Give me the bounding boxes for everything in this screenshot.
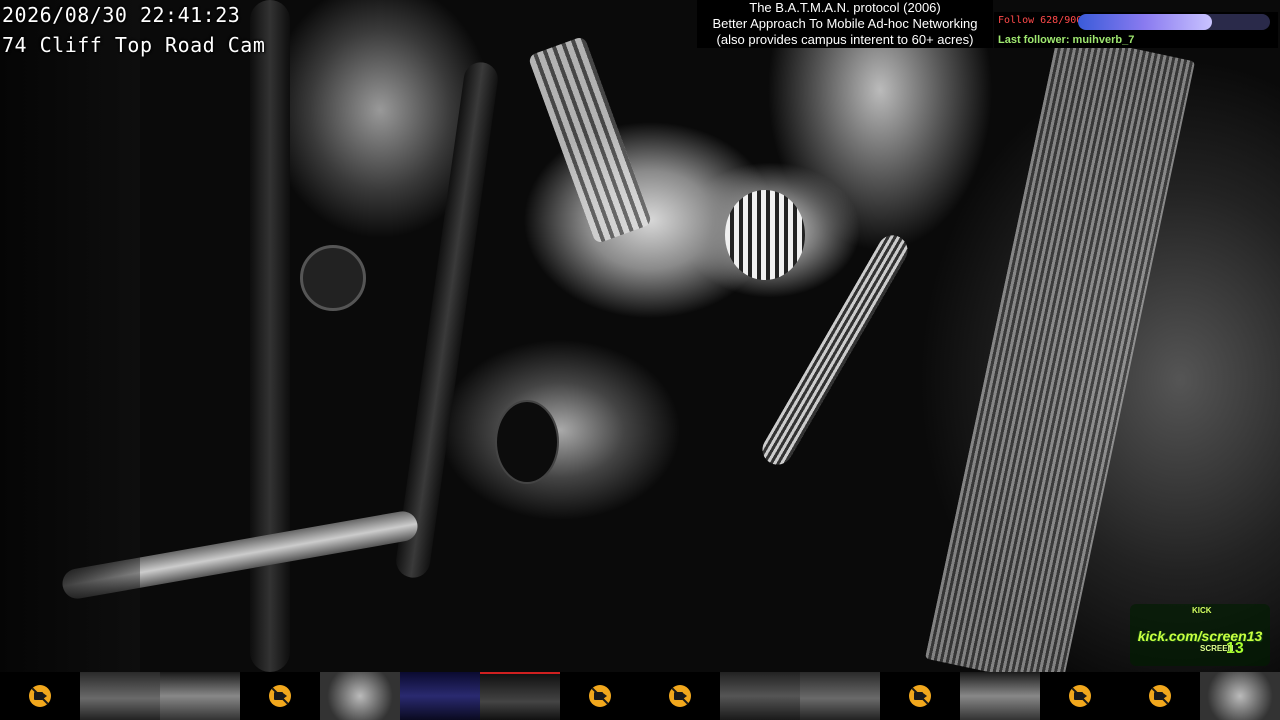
camera-thumbnail[interactable] (480, 672, 560, 720)
follow-count-label: Follow 628/900 (998, 15, 1083, 26)
wiring-harness (393, 60, 501, 580)
camera-thumbnail[interactable] (240, 672, 320, 720)
fender-shadow (0, 0, 140, 672)
camera-off-icon (269, 685, 291, 707)
camera-thumbnail[interactable] (320, 672, 400, 720)
camera-timestamp: 2026/08/30 22:41:23 (2, 3, 241, 27)
camera-off-icon (29, 685, 51, 707)
alternator-pulley (725, 190, 805, 280)
wiring-harness (250, 0, 290, 672)
last-follower-text: Last follower: muihverb_7 (998, 34, 1135, 46)
camera-thumbnail[interactable] (720, 672, 800, 720)
camera-off-icon (1069, 685, 1091, 707)
camera-feed-engine-bay (0, 0, 1280, 672)
camera-thumbnail[interactable] (960, 672, 1040, 720)
camera-off-icon (669, 685, 691, 707)
camera-thumbnail[interactable] (80, 672, 160, 720)
camera-thumbnail[interactable] (800, 672, 880, 720)
camera-thumbnail[interactable] (0, 672, 80, 720)
camera-thumbnail[interactable] (1120, 672, 1200, 720)
logo-url-text: kick.com/screen13 (1137, 628, 1263, 644)
camera-thumbnail[interactable] (560, 672, 640, 720)
camera-thumbnail[interactable] (400, 672, 480, 720)
follow-progress-fill (1078, 14, 1212, 30)
camera-thumbnail[interactable] (880, 672, 960, 720)
camera-thumbnail[interactable] (640, 672, 720, 720)
info-line-2: Better Approach To Mobile Ad-hoc Network… (712, 16, 978, 31)
info-line-3: (also provides campus interent to 60+ ac… (716, 32, 974, 47)
alternator-fins (527, 35, 653, 245)
camera-name: 74 Cliff Top Road Cam (2, 33, 266, 57)
logo-small-text: KICK (1192, 606, 1212, 615)
camera-thumbnail[interactable] (1200, 672, 1280, 720)
camera-off-icon (909, 685, 931, 707)
radiator (924, 32, 1196, 672)
info-line-1: The B.A.T.M.A.N. protocol (2006) (749, 0, 941, 15)
kick-screen13-logo: KICK kick.com/screen13 SCREEN 13 (1130, 604, 1270, 666)
camera-thumbnail-strip (0, 672, 1280, 720)
follow-goal-widget: Follow 628/900 Last follower: muihverb_7 (994, 12, 1278, 48)
follow-progress-bar (1078, 14, 1270, 30)
camera-off-icon (589, 685, 611, 707)
camera-thumbnail[interactable] (160, 672, 240, 720)
logo-number-text: 13 (1226, 640, 1244, 657)
oil-cap (300, 245, 366, 311)
coolant-port (495, 400, 559, 484)
camera-off-icon (1149, 685, 1171, 707)
info-caption-box: The B.A.T.M.A.N. protocol (2006) Better … (697, 0, 993, 48)
camera-thumbnail[interactable] (1040, 672, 1120, 720)
